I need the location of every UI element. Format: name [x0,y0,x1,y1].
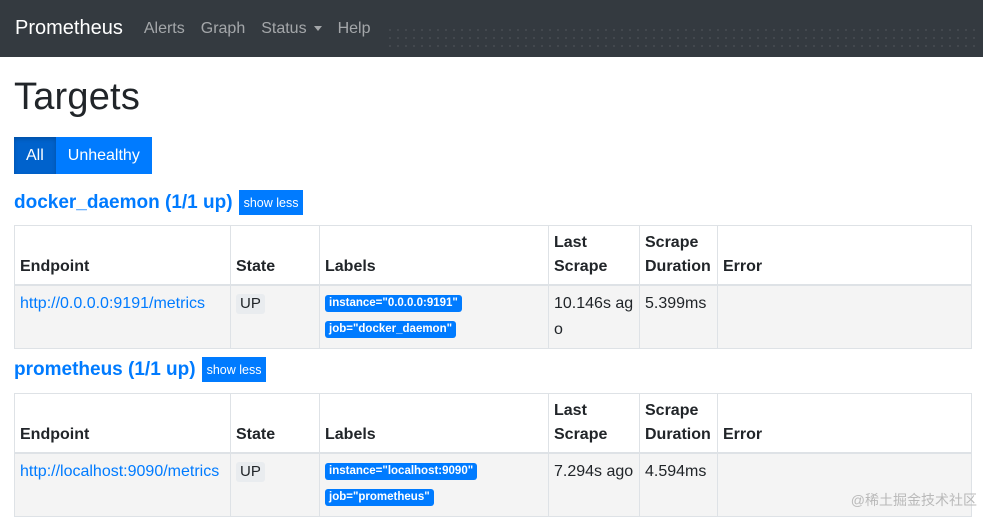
state-badge: UP [236,462,265,482]
nav-status-dropdown[interactable]: Status [253,20,329,38]
header-text: Last [554,234,587,251]
endpoint-cell: http://localhost:9090/metrics [15,453,231,517]
endpoint-cell: http://0.0.0.0:9191/metrics [15,285,231,349]
scrape-duration-cell: 4.594ms [640,453,718,517]
state-badge: UP [236,294,265,314]
targets-table-docker-daemon: Endpoint State Labels Last Scrape Scrape D… [14,225,972,349]
last-scrape-cell: 7.294s ago [549,453,640,517]
nav-help[interactable]: Help [330,20,379,38]
pool-header-prometheus: prometheus (1/1 up) show less [14,357,266,382]
endpoint-link[interactable]: http://0.0.0.0:9191/metrics [20,295,205,312]
watermark: @稀土掘金技术社区 [851,490,977,510]
show-less-button[interactable]: show less [239,190,304,215]
targets-table-prometheus: Endpoint State Labels Last Scrape Scrape D… [14,393,972,517]
scrape-duration-cell: 5.399ms [640,285,718,349]
label-badge-instance: instance="0.0.0.0:9191" [325,295,462,312]
table-header-row: Endpoint State Labels Last Scrape Scrape D… [15,226,972,286]
labels-cell: instance="0.0.0.0:9191" job="docker_daem… [320,285,549,349]
state-cell: UP [231,453,320,517]
table-header-row: Endpoint State Labels Last Scrape Scrape D… [15,394,972,454]
pool-title-link[interactable]: docker_daemon (1/1 up) [14,192,233,214]
error-cell [718,285,972,349]
column-header-endpoint: Endpoint [15,226,231,286]
header-text: Scrape [645,234,698,251]
column-header-last-scrape: Last Scrape [549,394,640,454]
column-header-endpoint: Endpoint [15,394,231,454]
top-navbar: Prometheus Alerts Graph Status Help [0,0,983,57]
page-title: Targets [14,76,140,119]
header-text: Scrape [645,402,698,419]
table-row: http://0.0.0.0:9191/metrics UP instance=… [15,285,972,349]
label-badge-job: job="docker_daemon" [325,321,456,338]
header-text: Duration [645,426,711,443]
brand-link[interactable]: Prometheus [15,17,123,40]
nav-graph[interactable]: Graph [193,20,253,38]
header-text: Scrape [554,426,607,443]
label-badge-job: job="prometheus" [325,489,434,506]
filter-unhealthy-button[interactable]: Unhealthy [56,137,152,174]
filter-all-button[interactable]: All [14,137,56,174]
pool-title-link[interactable]: prometheus (1/1 up) [14,359,196,381]
column-header-error: Error [718,394,972,454]
column-header-state: State [231,226,320,286]
header-text: Last [554,402,587,419]
pool-header-docker-daemon: docker_daemon (1/1 up) show less [14,190,303,215]
label-badge-instance: instance="localhost:9090" [325,463,477,480]
column-header-labels: Labels [320,394,549,454]
last-scrape-cell: 10.146s ago [549,285,640,349]
caret-down-icon [314,26,322,31]
table-row: http://localhost:9090/metrics UP instanc… [15,453,972,517]
endpoint-link[interactable]: http://localhost:9090/metrics [20,463,219,480]
column-header-scrape-duration: Scrape Duration [640,226,718,286]
column-header-scrape-duration: Scrape Duration [640,394,718,454]
column-header-labels: Labels [320,226,549,286]
nav-status-label: Status [261,20,306,38]
column-header-error: Error [718,226,972,286]
header-text: Duration [645,258,711,275]
state-cell: UP [231,285,320,349]
column-header-state: State [231,394,320,454]
filter-button-group: All Unhealthy [14,137,152,174]
labels-cell: instance="localhost:9090" job="prometheu… [320,453,549,517]
navbar-dot-pattern [386,26,976,50]
show-less-button[interactable]: show less [202,357,267,382]
column-header-last-scrape: Last Scrape [549,226,640,286]
header-text: Scrape [554,258,607,275]
nav-alerts[interactable]: Alerts [136,20,193,38]
